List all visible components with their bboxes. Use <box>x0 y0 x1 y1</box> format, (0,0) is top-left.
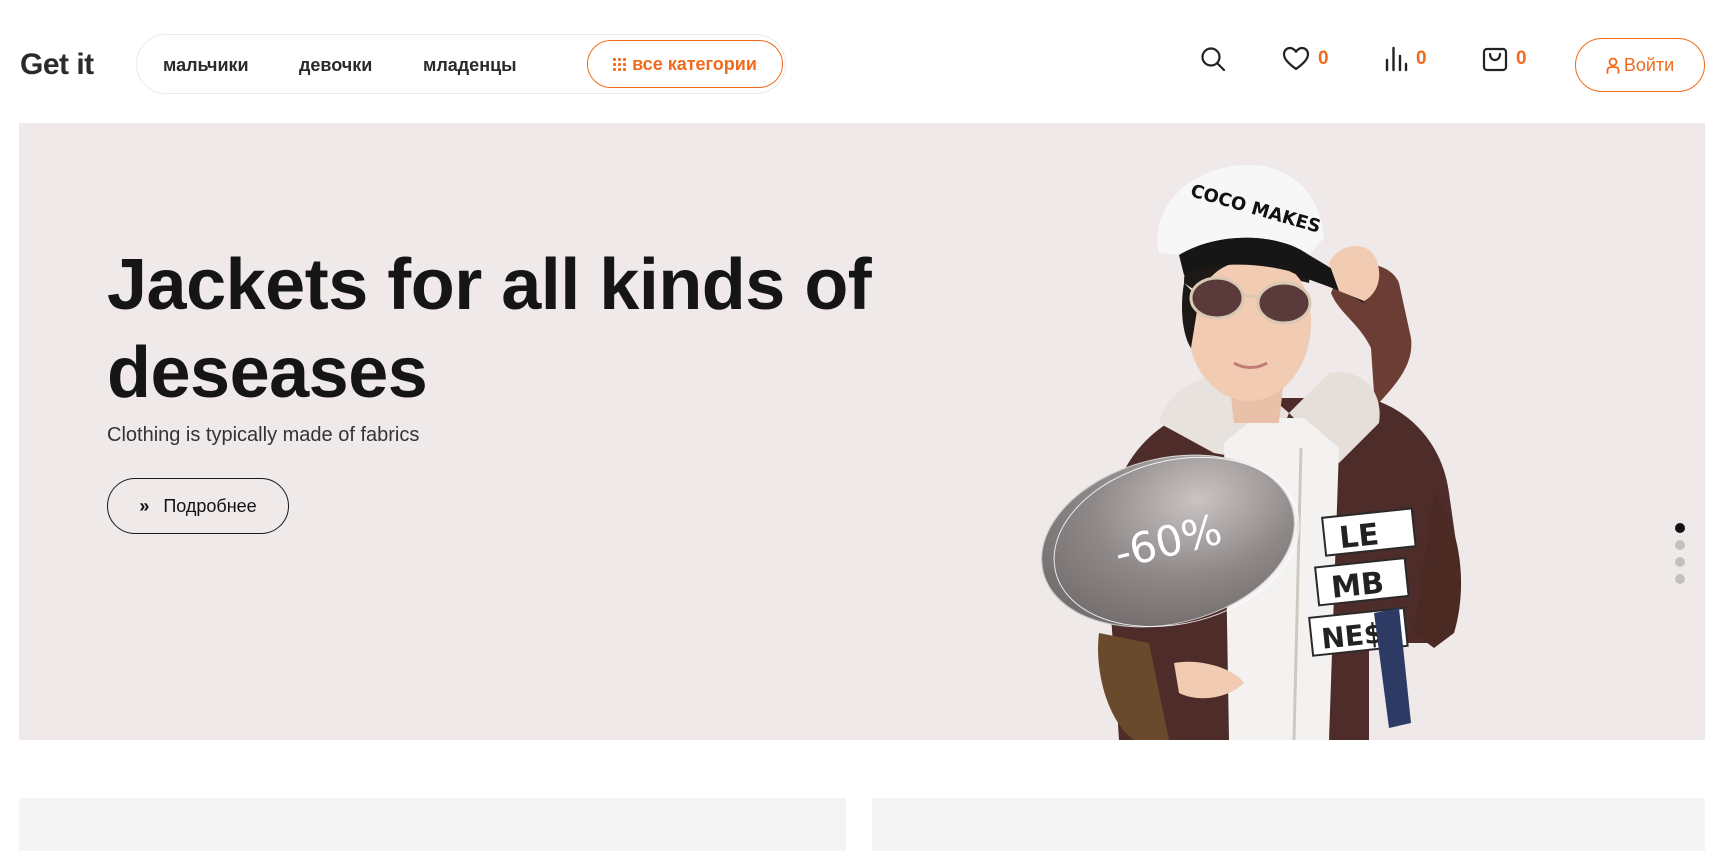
slider-dot-4[interactable] <box>1675 574 1685 584</box>
favorites-count: 0 <box>1318 48 1329 69</box>
more-button-label: Подробнее <box>163 495 257 516</box>
hero-banner: Jackets for all kinds of deseases Clothi… <box>19 123 1705 740</box>
cart-count: 0 <box>1516 48 1527 69</box>
double-chevron-icon: » <box>139 495 150 516</box>
search-button[interactable] <box>1200 46 1226 72</box>
compare-icon <box>1385 46 1408 72</box>
shirt-print-1: LE <box>1338 517 1381 556</box>
hero-model-image: LE MB NE$$ COCO MAKES <box>1098 164 1462 740</box>
slider-dot-2[interactable] <box>1675 540 1685 550</box>
category-nav: мальчики девочки младенцы все категории <box>136 34 786 94</box>
cart-icon <box>1482 47 1508 72</box>
user-icon <box>1606 57 1620 74</box>
nav-link-boys[interactable]: мальчики <box>163 55 249 76</box>
slider-dot-3[interactable] <box>1675 557 1685 567</box>
all-categories-button[interactable]: все категории <box>587 40 783 88</box>
promo-card-right[interactable] <box>872 798 1705 851</box>
compare-count: 0 <box>1416 48 1427 69</box>
hero-title: Jackets for all kinds of deseases <box>107 245 872 413</box>
hero-subtitle: Clothing is typically made of fabrics <box>107 424 420 446</box>
search-icon <box>1201 47 1226 72</box>
login-button[interactable]: Войти <box>1575 38 1705 92</box>
grid-icon <box>613 57 627 71</box>
all-categories-label: все категории <box>632 53 757 74</box>
cart-button[interactable]: 0 <box>1482 46 1527 72</box>
slider-dot-1[interactable] <box>1675 523 1685 533</box>
compare-button[interactable]: 0 <box>1384 46 1427 72</box>
login-label: Войти <box>1623 54 1675 75</box>
heart-icon <box>1282 46 1310 71</box>
more-button[interactable]: » Подробнее <box>107 478 289 534</box>
nav-link-babies[interactable]: младенцы <box>423 55 517 76</box>
shirt-print-2: MB <box>1330 565 1386 605</box>
promo-card-left[interactable] <box>19 798 846 851</box>
favorites-button[interactable]: 0 <box>1282 46 1329 72</box>
nav-link-girls[interactable]: девочки <box>299 55 372 76</box>
site-header: Get it мальчики девочки младенцы все кат… <box>0 28 1714 102</box>
slider-dots <box>1675 523 1685 584</box>
logo[interactable]: Get it <box>20 48 94 82</box>
